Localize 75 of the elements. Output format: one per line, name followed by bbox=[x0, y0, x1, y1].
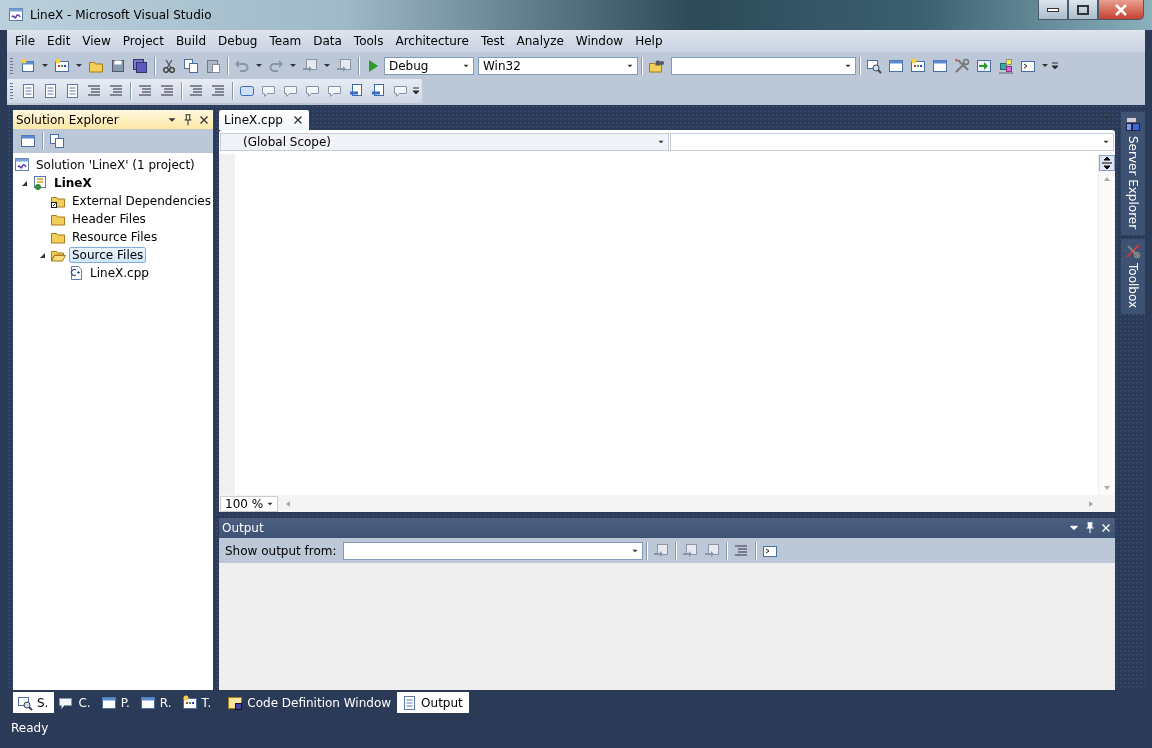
platform-dropdown[interactable]: Win32 bbox=[478, 56, 638, 75]
restore-icon bbox=[1077, 4, 1089, 15]
tool-window-tab[interactable]: Code Definition Window bbox=[223, 692, 398, 713]
minimize-button[interactable] bbox=[1038, 0, 1068, 20]
window-title: LineX - Microsoft Visual Studio bbox=[30, 8, 212, 22]
close-button[interactable] bbox=[1098, 0, 1144, 20]
menu-item[interactable]: Project bbox=[116, 32, 170, 50]
caret-icon[interactable] bbox=[289, 63, 297, 68]
zoom-dropdown[interactable]: 100 % bbox=[220, 495, 278, 512]
menu-item[interactable]: Help bbox=[629, 32, 669, 50]
tree-item[interactable]: Resource Files bbox=[69, 229, 161, 245]
cut-icon bbox=[161, 57, 177, 74]
menu-item[interactable]: Analyze bbox=[510, 32, 570, 50]
window-icon bbox=[401, 694, 418, 711]
tool-window-tab[interactable]: Output bbox=[397, 692, 469, 713]
caret-icon[interactable] bbox=[75, 63, 83, 68]
toolbar-options-icon[interactable] bbox=[412, 86, 420, 95]
tree-item[interactable]: External Dependencies bbox=[69, 193, 214, 209]
server-icon bbox=[1125, 116, 1141, 132]
window-icon bbox=[17, 694, 33, 711]
caret-icon[interactable] bbox=[255, 63, 263, 68]
scope-dropdown[interactable]: (Global Scope) bbox=[220, 133, 669, 151]
window-icon bbox=[139, 694, 156, 711]
tool-window-tab[interactable]: P. bbox=[96, 692, 136, 713]
project-icon bbox=[32, 175, 48, 191]
tree-item[interactable]: Solution 'LineX' (1 project) bbox=[33, 157, 198, 173]
copy-icon bbox=[183, 57, 199, 74]
tree-item[interactable]: Header Files bbox=[69, 211, 149, 227]
save-icon bbox=[110, 57, 126, 74]
side-tab[interactable]: Server Explorer bbox=[1121, 112, 1145, 236]
window-icon bbox=[227, 694, 244, 711]
document-tab[interactable]: LineX.cpp bbox=[219, 110, 309, 130]
menu-item[interactable]: Tools bbox=[347, 32, 390, 50]
cpp-file-icon bbox=[68, 265, 84, 281]
configuration-dropdown[interactable]: Debug bbox=[384, 56, 474, 75]
panel-title: Output bbox=[222, 521, 265, 535]
minimize-icon bbox=[1047, 7, 1059, 12]
tool-window-tab[interactable]: C. bbox=[54, 692, 97, 713]
menu-item[interactable]: Debug bbox=[212, 32, 264, 50]
tree-item[interactable]: LineX bbox=[51, 175, 95, 191]
menu-item[interactable]: View bbox=[76, 32, 117, 50]
caret-icon[interactable] bbox=[323, 63, 331, 68]
output-source-dropdown[interactable] bbox=[342, 541, 643, 560]
expanded-arrow-icon[interactable] bbox=[38, 251, 46, 259]
redo-icon bbox=[268, 57, 284, 74]
split-icon bbox=[1102, 157, 1112, 169]
splitter-button[interactable] bbox=[1099, 155, 1115, 171]
find-dropdown[interactable] bbox=[671, 56, 856, 75]
menu-item[interactable]: Architecture bbox=[389, 32, 475, 50]
tool-window-tab[interactable]: S. bbox=[13, 692, 55, 713]
tool-window-tab[interactable]: R. bbox=[135, 692, 178, 713]
show-output-label: Show output from: bbox=[225, 543, 337, 558]
panel-title: Solution Explorer bbox=[16, 112, 120, 127]
restore-button[interactable] bbox=[1068, 0, 1098, 20]
window-icon bbox=[181, 694, 198, 711]
menu-item[interactable]: Team bbox=[263, 32, 308, 50]
menu-item[interactable]: Data bbox=[307, 32, 348, 50]
expanded-arrow-icon[interactable] bbox=[20, 179, 28, 187]
tool-window-tab[interactable]: T. bbox=[177, 692, 218, 713]
menu-item[interactable]: Window bbox=[569, 32, 630, 50]
side-tab[interactable]: Toolbox bbox=[1121, 239, 1145, 315]
toolbar-options-icon[interactable] bbox=[1051, 61, 1059, 70]
menu-item[interactable]: Test bbox=[474, 32, 511, 50]
tree-item[interactable]: Source Files bbox=[69, 247, 147, 263]
caret-icon[interactable] bbox=[41, 63, 49, 68]
wrench-icon bbox=[1125, 243, 1141, 260]
close-icon bbox=[1114, 3, 1128, 16]
window-icon bbox=[100, 694, 117, 711]
status-text: Ready bbox=[11, 721, 49, 735]
tree-item[interactable]: LineX.cpp bbox=[87, 265, 152, 281]
menu-item[interactable]: Build bbox=[169, 32, 212, 50]
caret-icon[interactable] bbox=[1041, 63, 1049, 68]
menu-item[interactable]: File bbox=[9, 32, 42, 50]
app-logo-icon bbox=[8, 7, 24, 23]
menu-item[interactable]: Edit bbox=[41, 32, 77, 50]
